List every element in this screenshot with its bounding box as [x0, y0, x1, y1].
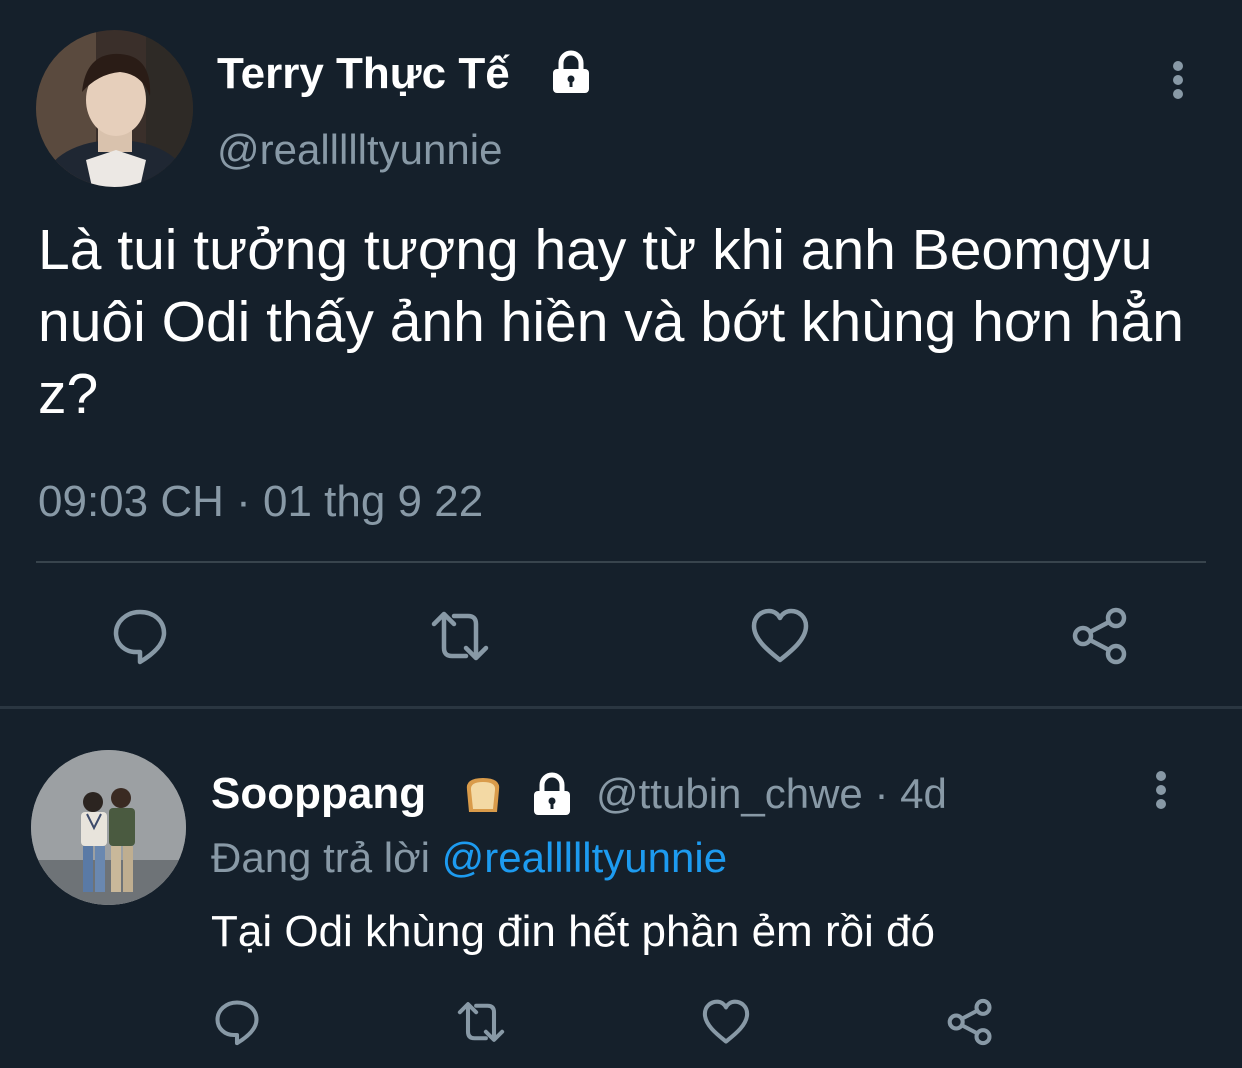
- author-handle[interactable]: @reallllltyunnie: [217, 122, 502, 178]
- share-icon[interactable]: [944, 996, 996, 1048]
- tweet-timestamp[interactable]: 09:03 CH · 01 thg 9 22: [38, 474, 483, 530]
- reply-author-avatar[interactable]: [31, 750, 186, 905]
- share-icon[interactable]: [1068, 604, 1132, 668]
- replying-to-prefix: Đang trả lời: [211, 834, 430, 881]
- author-avatar[interactable]: [36, 30, 193, 187]
- divider: [36, 561, 1206, 563]
- heart-icon[interactable]: [700, 996, 752, 1048]
- more-vertical-icon[interactable]: [1141, 770, 1181, 810]
- more-vertical-icon[interactable]: [1158, 60, 1198, 100]
- reply-icon[interactable]: [108, 604, 172, 668]
- reply-text: Tại Odi khùng đin hết phần ẻm rồi đó: [211, 907, 936, 956]
- replying-to-mention[interactable]: @reallllltyunnie: [442, 834, 727, 881]
- replying-to: Đang trả lời @reallllltyunnie: [211, 830, 727, 886]
- reply-author-display-name[interactable]: Sooppang: [211, 766, 426, 822]
- reply-icon[interactable]: [211, 996, 263, 1048]
- author-display-name[interactable]: Terry Thực Tế: [217, 46, 510, 102]
- retweet-icon[interactable]: [428, 604, 492, 668]
- tweet-text: Là tui tưởng tượng hay từ khi anh Beomgy…: [38, 218, 1184, 426]
- section-separator: [0, 706, 1242, 709]
- reply-handle-time[interactable]: @ttubin_chwe · 4d: [596, 766, 947, 822]
- heart-icon[interactable]: [748, 604, 812, 668]
- retweet-icon[interactable]: [455, 996, 507, 1048]
- bread-icon: [461, 772, 505, 816]
- lock-icon: [547, 48, 595, 96]
- lock-icon: [528, 770, 576, 818]
